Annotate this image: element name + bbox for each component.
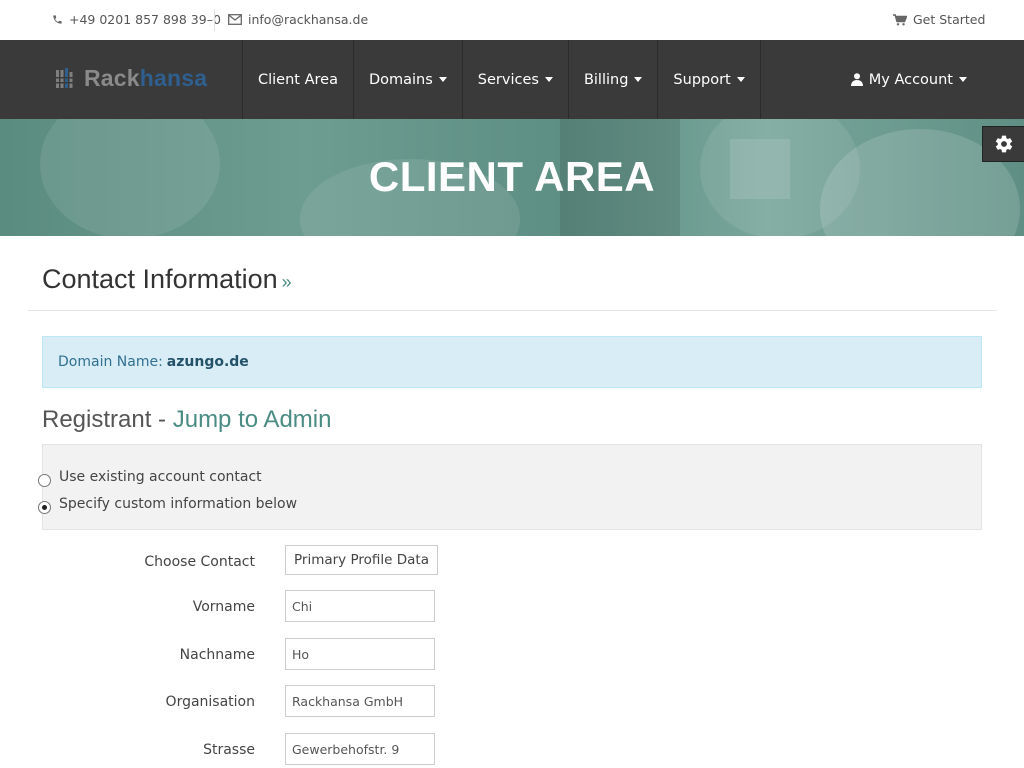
contact-choice-box: Use existing account contact Specify cus… [38,444,982,530]
jump-to-admin-link[interactable]: Jump to Admin [173,406,332,433]
nav-menu: Client Area Domains Services Billing Sup… [242,40,761,119]
vorname-row: Vorname [0,590,1024,624]
my-account-label: My Account [868,71,953,88]
page-title: Contact Information» [42,264,292,295]
nav-support-label: Support [673,71,731,88]
caret-down-icon [736,77,745,82]
top-bar: +49 0201 857 898 39–0 info@rackhansa.de … [0,0,1024,40]
nachname-label: Nachname [179,647,255,663]
email-address: info@rackhansa.de [248,12,369,27]
domain-info-alert: Domain Name: azungo.de [42,336,982,388]
use-existing-label: Use existing account contact [59,469,262,485]
raquo-icon: » [281,272,292,292]
email-contact[interactable]: info@rackhansa.de [228,12,368,27]
phone-contact[interactable]: +49 0201 857 898 39–0 [52,12,221,27]
nav-client-area-label: Client Area [258,71,338,88]
nav-domains-label: Domains [368,71,433,88]
use-existing-option[interactable]: Use existing account contact [38,469,343,487]
nav-support[interactable]: Support [657,40,761,119]
caret-down-icon [959,77,967,82]
brand-name-part1: Rack [84,65,140,91]
user-icon [850,73,863,86]
use-existing-radio[interactable] [38,474,51,487]
vorname-input[interactable] [285,590,435,622]
envelope-icon [228,14,242,25]
brand-name-part2: hansa [139,65,208,91]
get-started-label: Get Started [913,12,986,27]
phone-icon [52,14,63,25]
phone-number: +49 0201 857 898 39–0 [69,12,221,27]
choose-contact-select[interactable]: Primary Profile Data [285,545,438,575]
choose-contact-value: Primary Profile Data [294,552,429,568]
vorname-label: Vorname [192,599,255,615]
gear-icon [994,134,1014,154]
organisation-label: Organisation [165,694,255,710]
topbar-divider [214,9,215,31]
specify-custom-option[interactable]: Specify custom information below [38,496,343,514]
strasse-row: Strasse [0,733,1024,767]
nav-billing-label: Billing [583,71,629,88]
hero-banner: CLIENT AREA [0,119,1024,236]
hero-title: CLIENT AREA [368,153,656,200]
organisation-input[interactable] [285,685,435,717]
nav-client-area[interactable]: Client Area [242,40,353,119]
choose-contact-label: Choose Contact [144,554,255,570]
nav-billing[interactable]: Billing [567,40,657,119]
brand-logo[interactable]: Rack hansa [56,65,207,92]
choose-contact-row: Choose Contact Primary Profile Data [0,545,1024,579]
settings-toggle-button[interactable] [982,126,1024,162]
server-bars-icon [56,67,78,90]
nachname-input[interactable] [285,638,435,670]
cart-icon [893,13,907,26]
specify-custom-radio[interactable] [38,501,51,514]
strasse-input[interactable] [285,733,435,765]
domain-name-label: Domain Name: [58,354,163,370]
section-title: Registrant - Jump to Admin [42,406,331,434]
nav-domains[interactable]: Domains [352,40,462,119]
organisation-row: Organisation [0,685,1024,719]
get-started-link[interactable]: Get Started [893,12,985,27]
caret-down-icon [634,77,643,82]
strasse-label: Strasse [203,742,255,758]
registrant-heading: Registrant - [42,406,167,433]
nachname-row: Nachname [0,638,1024,672]
specify-custom-label: Specify custom information below [59,496,298,512]
nav-services-label: Services [477,71,539,88]
domain-name-value: azungo.de [166,354,249,370]
divider [28,310,997,311]
caret-down-icon [544,77,553,82]
caret-down-icon [438,77,447,82]
my-account-menu[interactable]: My Account [850,40,967,119]
nav-services[interactable]: Services [461,40,568,119]
main-navbar: Rack hansa Client Area Domains Services B… [0,40,1024,119]
page-title-text: Contact Information [42,264,278,294]
